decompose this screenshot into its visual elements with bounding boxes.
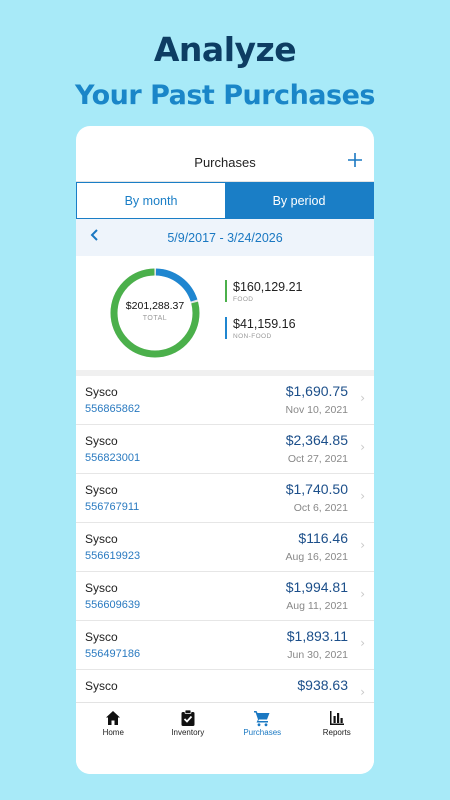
clipboard-check-icon: [181, 709, 195, 726]
tab-reports[interactable]: Reports: [300, 703, 375, 774]
vendor-name: Sysco: [85, 385, 118, 399]
invoice-number[interactable]: 556609639: [85, 599, 140, 611]
period-selector: 5/9/2017 - 3/24/2026: [76, 219, 374, 256]
chevron-right-icon: ›: [360, 440, 365, 454]
purchase-date: Jun 30, 2021: [287, 649, 348, 661]
tab-purchases[interactable]: Purchases: [225, 703, 300, 774]
purchase-row[interactable]: Sysco $938.63 ›: [76, 670, 374, 702]
invoice-number[interactable]: 556865862: [85, 403, 140, 415]
purchase-date: Oct 27, 2021: [287, 453, 348, 465]
purchase-row[interactable]: Sysco 556865862 $1,690.75 Nov 10, 2021 ›: [76, 376, 374, 425]
chevron-right-icon: ›: [360, 538, 365, 552]
bar-chart-icon: [329, 711, 344, 725]
purchase-row[interactable]: Sysco 556497186 $1,893.11 Jun 30, 2021 ›: [76, 621, 374, 670]
tab-label: Reports: [322, 728, 351, 737]
purchase-amount: $116.46: [298, 530, 348, 546]
purchase-amount: $2,364.85: [285, 432, 348, 448]
vendor-name: Sysco: [85, 434, 118, 448]
invoice-number[interactable]: 556823001: [85, 452, 140, 464]
purchase-date: Nov 10, 2021: [285, 404, 348, 416]
purchase-date: Aug 16, 2021: [285, 551, 348, 563]
food-label: FOOD: [233, 296, 254, 303]
cart-icon: [254, 711, 270, 727]
period-range[interactable]: 5/9/2017 - 3/24/2026: [76, 231, 374, 245]
purchase-date: Aug 11, 2021: [286, 600, 348, 612]
chevron-right-icon: ›: [360, 685, 365, 699]
food-legend-bar: [225, 280, 227, 302]
vendor-name: Sysco: [85, 581, 118, 595]
view-segmented-control: By month By period: [76, 182, 374, 219]
purchase-amount: $1,690.75: [285, 383, 348, 399]
tab-label: Inventory: [171, 728, 205, 737]
tab-label: Purchases: [243, 728, 282, 737]
purchase-amount: $938.63: [297, 677, 348, 693]
invoice-number[interactable]: 556619923: [85, 550, 140, 562]
purchase-row[interactable]: Sysco 556609639 $1,994.81 Aug 11, 2021 ›: [76, 572, 374, 621]
chevron-right-icon: ›: [360, 391, 365, 405]
vendor-name: Sysco: [85, 630, 118, 644]
tab-by-month[interactable]: By month: [77, 183, 225, 218]
page-title: Purchases: [194, 155, 256, 170]
purchase-date: Oct 6, 2021: [293, 502, 348, 514]
purchase-row[interactable]: Sysco 556823001 $2,364.85 Oct 27, 2021 ›: [76, 425, 374, 474]
vendor-name: Sysco: [85, 483, 118, 497]
invoice-number[interactable]: 556767911: [85, 501, 139, 513]
purchase-amount: $1,740.50: [285, 481, 348, 497]
total-label: TOTAL: [142, 315, 168, 322]
tab-inventory[interactable]: Inventory: [151, 703, 226, 774]
food-amount: $160,129.21: [233, 280, 303, 294]
add-button[interactable]: [344, 149, 366, 171]
app-screen: Purchases By month By period 5/9/2017 - …: [76, 126, 374, 774]
vendor-name: Sysco: [85, 532, 118, 546]
chevron-right-icon: ›: [360, 587, 365, 601]
vendor-name: Sysco: [85, 679, 118, 693]
nonfood-label: NON-FOOD: [233, 333, 272, 340]
chevron-right-icon: ›: [360, 636, 365, 650]
nonfood-legend-bar: [225, 317, 227, 339]
total-amount: $201,288.37: [125, 300, 185, 312]
spending-summary: $201,288.37 TOTAL $160,129.21 FOOD $41,1…: [76, 256, 374, 370]
chevron-right-icon: ›: [360, 489, 365, 503]
purchase-row[interactable]: Sysco 556619923 $116.46 Aug 16, 2021 ›: [76, 523, 374, 572]
promo-headline: Analyze: [153, 30, 297, 69]
bottom-tab-bar: Home Inventory Purchases Reports: [76, 702, 374, 774]
plus-icon: [348, 153, 362, 167]
purchase-list: Sysco 556865862 $1,690.75 Nov 10, 2021 ›…: [76, 376, 374, 702]
home-icon: [106, 711, 121, 725]
tab-by-period[interactable]: By period: [225, 183, 373, 218]
nonfood-amount: $41,159.16: [233, 317, 296, 331]
tab-label: Home: [102, 728, 124, 737]
purchase-amount: $1,994.81: [285, 579, 348, 595]
top-bar: Purchases: [76, 126, 374, 182]
purchase-amount: $1,893.11: [286, 628, 348, 644]
invoice-number[interactable]: 556497186: [85, 648, 140, 660]
purchase-row[interactable]: Sysco 556767911 $1,740.50 Oct 6, 2021 ›: [76, 474, 374, 523]
tab-home[interactable]: Home: [76, 703, 151, 774]
promo-subheadline: Your Past Purchases: [75, 80, 375, 111]
spending-donut-chart: [110, 268, 200, 358]
